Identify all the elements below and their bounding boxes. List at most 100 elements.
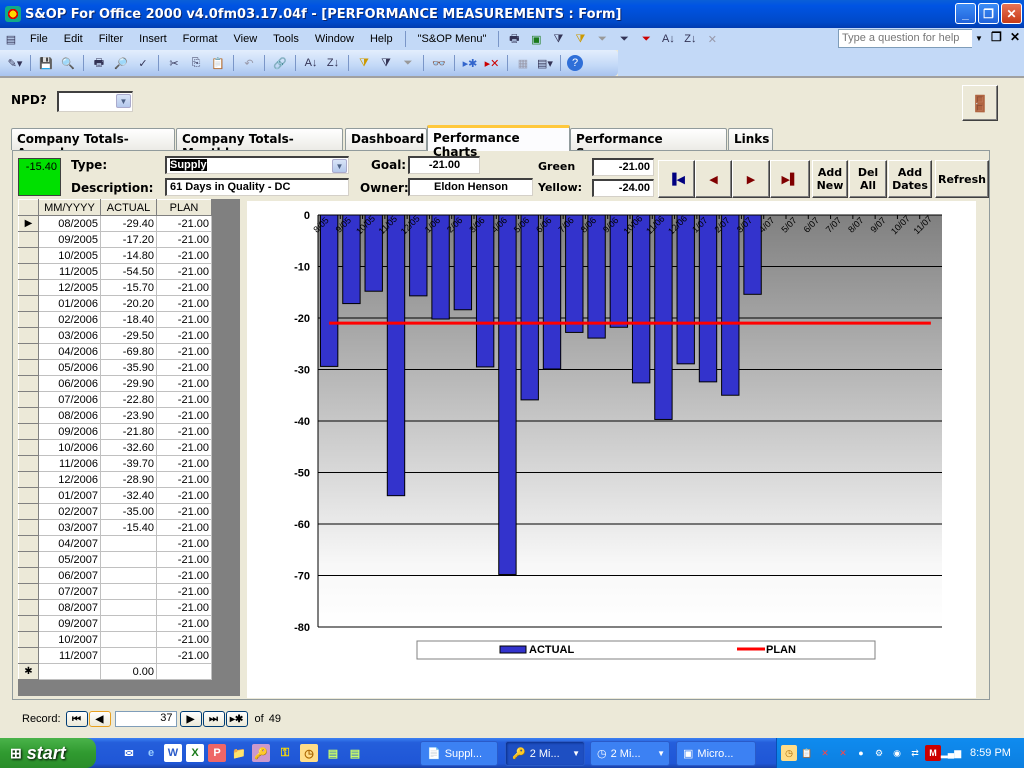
cell-plan[interactable]: -21.00 bbox=[156, 631, 212, 648]
cell-actual[interactable]: -69.80 bbox=[100, 343, 157, 360]
taskbar-item-excel[interactable]: ▣ Micro... bbox=[676, 741, 756, 766]
table-row[interactable]: 06/2006 -29.90 -21.00 bbox=[18, 375, 212, 392]
cell-plan[interactable]: -21.00 bbox=[156, 375, 212, 392]
row-selector[interactable] bbox=[18, 263, 39, 280]
cell-plan[interactable]: -21.00 bbox=[156, 471, 212, 488]
minimize-button[interactable]: _ bbox=[955, 3, 976, 24]
cell-plan[interactable]: -21.00 bbox=[156, 583, 212, 600]
file-search-icon[interactable]: 🔍 bbox=[59, 54, 77, 72]
tray-eye-icon[interactable]: ◉ bbox=[889, 745, 905, 761]
save-icon[interactable]: 💾 bbox=[37, 54, 55, 72]
column-header-plan[interactable]: PLAN bbox=[156, 199, 212, 216]
cell-actual[interactable] bbox=[100, 615, 157, 632]
cell-actual[interactable]: -32.60 bbox=[100, 439, 157, 456]
table-row[interactable]: 10/2007 -21.00 bbox=[18, 631, 212, 648]
filter-by-selection-icon[interactable]: ⧩ bbox=[355, 54, 373, 72]
row-selector[interactable] bbox=[18, 567, 39, 584]
row-selector[interactable] bbox=[18, 615, 39, 632]
help-dropdown-icon[interactable]: ▼ bbox=[972, 29, 986, 48]
cell-date[interactable]: 03/2006 bbox=[38, 327, 101, 344]
row-selector[interactable] bbox=[18, 487, 39, 504]
cell-plan[interactable]: -21.00 bbox=[156, 647, 212, 664]
network-app-icon-2[interactable]: ▤ bbox=[346, 744, 364, 762]
first-record-button[interactable]: ▐◀ bbox=[658, 160, 695, 198]
cell-actual[interactable]: -15.70 bbox=[100, 279, 157, 296]
table-row[interactable]: 01/2007 -32.40 -21.00 bbox=[18, 487, 212, 504]
table-row[interactable]: 11/2005 -54.50 -21.00 bbox=[18, 263, 212, 280]
nav-last-button[interactable]: ⏭ bbox=[202, 711, 225, 727]
print-icon[interactable]: 🖶 bbox=[90, 54, 108, 72]
tray-network-disconnected-icon-2[interactable]: ✕ bbox=[835, 745, 851, 761]
filter-by-form-icon[interactable]: ⧩ bbox=[549, 30, 567, 48]
menu-format[interactable]: Format bbox=[175, 33, 226, 45]
row-selector[interactable] bbox=[18, 327, 39, 344]
table-row[interactable]: 02/2006 -18.40 -21.00 bbox=[18, 311, 212, 328]
table-row[interactable]: 06/2007 -21.00 bbox=[18, 567, 212, 584]
cell-actual[interactable] bbox=[100, 535, 157, 552]
cell-plan[interactable]: -21.00 bbox=[156, 359, 212, 376]
table-row[interactable]: 03/2007 -15.40 -21.00 bbox=[18, 519, 212, 536]
new-record-row[interactable]: ✱ 0.00 bbox=[18, 663, 212, 680]
cell-date[interactable]: 05/2006 bbox=[38, 359, 101, 376]
cell-date[interactable]: 07/2006 bbox=[38, 391, 101, 408]
advanced-filter-icon[interactable]: ⏷ bbox=[615, 30, 633, 48]
green-field[interactable]: -21.00 bbox=[592, 158, 654, 176]
cell-date[interactable]: 08/2007 bbox=[38, 599, 101, 616]
close-button[interactable]: ✕ bbox=[1001, 3, 1022, 24]
cell-plan[interactable]: -21.00 bbox=[156, 343, 212, 360]
cell-actual[interactable]: -35.00 bbox=[100, 503, 157, 520]
undo-icon[interactable]: ↶ bbox=[240, 54, 258, 72]
cell-date[interactable]: 04/2006 bbox=[38, 343, 101, 360]
add-dates-button[interactable]: Add Dates bbox=[888, 160, 932, 198]
cell-plan[interactable]: -21.00 bbox=[156, 423, 212, 440]
paste-icon[interactable]: 📋 bbox=[209, 54, 227, 72]
print-icon[interactable]: 🖶 bbox=[505, 30, 523, 48]
cell-date[interactable]: 09/2005 bbox=[38, 231, 101, 248]
cell-plan[interactable]: -21.00 bbox=[156, 551, 212, 568]
refresh-button[interactable]: Refresh bbox=[935, 160, 989, 198]
folder-icon[interactable]: 📁 bbox=[230, 744, 248, 762]
cell-plan[interactable]: -21.00 bbox=[156, 215, 212, 232]
row-selector[interactable] bbox=[18, 311, 39, 328]
cell-plan[interactable]: -21.00 bbox=[156, 327, 212, 344]
cell-plan[interactable]: -21.00 bbox=[156, 263, 212, 280]
delete-record-icon[interactable]: ▸✕ bbox=[483, 54, 501, 72]
cell-plan[interactable]: -21.00 bbox=[156, 295, 212, 312]
cell-plan[interactable]: -21.00 bbox=[156, 487, 212, 504]
taskbar-item-access[interactable]: 🔑 2 Mi... ▼ bbox=[505, 741, 585, 766]
cell-actual[interactable]: -20.20 bbox=[100, 295, 157, 312]
table-row[interactable]: 07/2006 -22.80 -21.00 bbox=[18, 391, 212, 408]
table-row[interactable]: 12/2006 -28.90 -21.00 bbox=[18, 471, 212, 488]
cell-date[interactable]: 09/2006 bbox=[38, 423, 101, 440]
filter-by-selection-icon[interactable]: ⧩ bbox=[571, 30, 589, 48]
tray-clipboard-icon[interactable]: 📋 bbox=[799, 745, 815, 761]
exit-form-button[interactable]: 🚪 bbox=[962, 85, 998, 121]
tab-performance-charts[interactable]: Performance Charts bbox=[427, 125, 570, 159]
record-number-input[interactable]: 37 bbox=[114, 711, 177, 727]
nav-first-button[interactable]: ⏮ bbox=[65, 711, 88, 727]
cell-plan[interactable]: -21.00 bbox=[156, 439, 212, 456]
row-selector[interactable] bbox=[18, 391, 39, 408]
cell-plan[interactable]: -21.00 bbox=[156, 503, 212, 520]
add-new-button[interactable]: Add New bbox=[812, 160, 848, 198]
new-row-selector[interactable]: ✱ bbox=[18, 663, 39, 680]
new-object-icon[interactable]: ▤▾ bbox=[536, 54, 554, 72]
cell-actual[interactable]: -21.80 bbox=[100, 423, 157, 440]
menu-filter[interactable]: Filter bbox=[91, 33, 131, 45]
taskbar-item-supply[interactable]: 📄 Suppl... bbox=[420, 741, 498, 766]
tab-performance-summary[interactable]: Performance Summary bbox=[570, 128, 727, 160]
ie-icon[interactable]: e bbox=[142, 744, 160, 762]
row-selector[interactable] bbox=[18, 471, 39, 488]
menu-window[interactable]: Window bbox=[307, 33, 362, 45]
table-row[interactable]: 03/2006 -29.50 -21.00 bbox=[18, 327, 212, 344]
cell-actual[interactable]: -22.80 bbox=[100, 391, 157, 408]
row-selector[interactable] bbox=[18, 247, 39, 264]
tray-mcafee-icon[interactable]: M bbox=[925, 745, 941, 761]
tray-gear-icon[interactable]: ⚙ bbox=[871, 745, 887, 761]
table-row[interactable]: 11/2007 -21.00 bbox=[18, 647, 212, 664]
table-row[interactable]: ▶ 08/2005 -29.40 -21.00 bbox=[18, 215, 212, 232]
cell-actual[interactable]: -29.50 bbox=[100, 327, 157, 344]
cell-actual[interactable]: -29.90 bbox=[100, 375, 157, 392]
cell-actual[interactable] bbox=[100, 647, 157, 664]
table-row[interactable]: 08/2006 -23.90 -21.00 bbox=[18, 407, 212, 424]
